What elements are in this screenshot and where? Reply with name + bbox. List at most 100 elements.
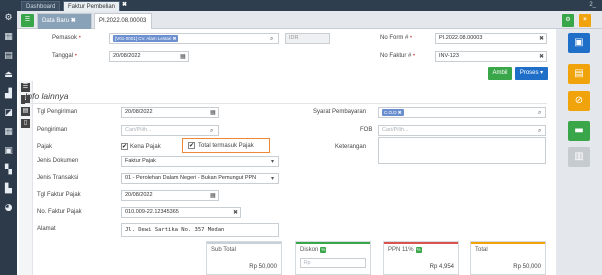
top-bar: Dashboard Faktur Pembelian ✖ 2_ <box>0 0 602 11</box>
currency-field: IDR <box>285 33 330 44</box>
pemasok-field[interactable]: [V01-0001] CV. Alam Lestari ✖ <box>109 33 279 44</box>
fob-label: FOB <box>360 127 373 133</box>
chevron-down-icon[interactable]: ▾ <box>271 157 274 166</box>
syarat-tag: C.O.D ✖ <box>382 109 404 116</box>
syarat-field[interactable]: C.O.D ✖ <box>378 107 546 118</box>
search-icon[interactable]: ⌕ <box>270 34 273 43</box>
tag-icon[interactable]: ◪ <box>3 108 14 119</box>
jenis-dokumen-select[interactable]: Faktur Pajak <box>121 156 279 167</box>
pemasok-label: Pemasok • <box>52 35 81 41</box>
tab-data-baru[interactable]: Data Baru ✖ <box>37 13 92 29</box>
list-icon[interactable]: ☰ <box>21 14 34 27</box>
tgl-faktur-pajak-label: Tgl Faktur Pajak <box>37 192 81 198</box>
diskon-percent-toggle[interactable]: % <box>320 247 327 253</box>
tgl-pengiriman-field[interactable]: 20/08/2022 <box>121 107 219 118</box>
ppn-percent-toggle[interactable]: % <box>415 247 422 253</box>
tab-faktur-pembelian[interactable]: Faktur Pembelian <box>63 1 121 11</box>
total-label: Total <box>475 247 488 253</box>
print-icon: ▤ <box>574 68 584 79</box>
kena-pajak-label: Kena Pajak <box>130 144 161 150</box>
sidebar: ⚙ ▦ ▤ ⏏ ▟ ◪ ▦ ▣ ▚ ▙ ◕ <box>0 11 17 275</box>
tanggal-field[interactable]: 20/08/2022 <box>109 51 189 62</box>
save-icon: ▣ <box>574 37 584 48</box>
no-faktur-pajak-field[interactable]: 010.009-22.12345365 <box>121 207 241 218</box>
pengiriman-field[interactable]: Cari/Pilih... <box>121 125 219 136</box>
ppn-box: PPN 11%% Rp 4,954 <box>383 241 459 275</box>
briefcase-button[interactable]: ▬ <box>568 121 590 141</box>
no-faktur-pajak-label: No. Faktur Pajak <box>37 209 82 215</box>
total-termasuk-pajak-checkbox[interactable]: ✔ <box>188 142 195 149</box>
ppn-value: Rp 4,954 <box>429 264 454 270</box>
diskon-field[interactable]: Rp <box>300 258 366 268</box>
tgl-pengiriman-label: Tgl Pengiriman <box>37 109 78 115</box>
tgl-faktur-pajak-field[interactable]: 20/08/2022 <box>121 190 219 201</box>
pemasok-tag: [V01-0001] CV. Alam Lestari ✖ <box>113 35 179 42</box>
subtotal-label: Sub Total <box>211 247 236 253</box>
factory-icon[interactable]: ▙ <box>3 184 14 195</box>
search-icon[interactable]: ⌕ <box>538 126 541 135</box>
search-icon[interactable]: ⌕ <box>210 126 213 135</box>
search-icon[interactable]: ⌕ <box>538 108 541 117</box>
print-button[interactable]: ▤ <box>568 64 590 84</box>
calendar-icon[interactable]: ▦ <box>180 52 186 61</box>
jenis-transaksi-label: Jenis Transaksi <box>37 175 79 181</box>
total-termasuk-pajak-label: Total termasuk Pajak <box>198 143 254 149</box>
total-box: Total Rp 50,000 <box>470 241 546 275</box>
paperclip-icon: ⊘ <box>574 95 584 106</box>
divider <box>25 103 547 104</box>
document-icon[interactable]: ▯ <box>21 119 30 128</box>
stack-icon[interactable]: ▤ <box>21 107 30 116</box>
no-form-label: No Form # • <box>380 35 413 41</box>
form-area: Pemasok • [V01-0001] CV. Alam Lestari ✖ … <box>17 29 556 275</box>
alamat-textarea[interactable]: Jl. Dewi Sartika No. 357 Medan <box>121 223 279 237</box>
section-icon-strip: ☰ i ▤ ▯ <box>19 81 33 275</box>
subtotal-box: Sub Total Rp 50,000 <box>206 241 282 275</box>
ambil-button[interactable]: Ambil <box>488 67 512 80</box>
keterangan-textarea[interactable] <box>378 137 546 164</box>
section-title: Info lainnya <box>25 91 69 101</box>
grid-icon[interactable]: ▤ <box>3 51 14 62</box>
calendar-icon[interactable]: ▦ <box>210 108 216 117</box>
delete-button[interactable]: ▥ <box>568 147 590 167</box>
clear-icon[interactable]: ✖ <box>233 208 238 217</box>
tanggal-label: Tanggal • <box>52 53 77 59</box>
jenis-transaksi-select[interactable]: 01 - Perolehan Dalam Negeri - Bukan Pemu… <box>121 173 279 184</box>
diskon-box: Diskon% Rp <box>295 241 371 275</box>
tab-dashboard[interactable]: Dashboard <box>21 1 61 11</box>
building-icon[interactable]: ▦ <box>3 32 14 43</box>
kena-pajak-checkbox[interactable]: ✔ <box>121 143 128 150</box>
tab-document[interactable]: PI.2022.08.00003 ✖ <box>94 13 152 39</box>
warning-button[interactable]: ☀ <box>579 14 591 27</box>
no-form-field[interactable]: PI.2022.08.00003 <box>435 33 547 44</box>
tab-bar: ☰ Data Baru ✖ PI.2022.08.00003 ✖ ⚙ ☀ <box>17 11 602 39</box>
clear-icon[interactable]: ✖ <box>539 52 544 61</box>
cart-icon[interactable]: ▟ <box>3 89 14 100</box>
window-controls[interactable]: 2_ <box>589 2 596 8</box>
trash-icon: ▥ <box>574 151 584 162</box>
jenis-dokumen-label: Jenis Dokumen <box>37 158 79 164</box>
gear-icon[interactable]: ⚙ <box>3 13 14 24</box>
subtotal-value: Rp 50,000 <box>249 264 277 270</box>
close-icon[interactable]: ✖ <box>71 18 76 24</box>
no-faktur-field[interactable]: INV-123 <box>435 51 547 62</box>
syarat-label: Syarat Pembayaran <box>313 109 367 115</box>
table-icon[interactable]: ▦ <box>3 127 14 138</box>
settings-button[interactable]: ⚙ <box>562 14 574 27</box>
alamat-label: Alamat <box>37 226 56 232</box>
attach-button[interactable]: ⊘ <box>568 91 590 111</box>
proses-button[interactable]: Proses ▾ <box>515 67 548 80</box>
people-icon[interactable]: ▚ <box>3 165 14 176</box>
ppn-label: PPN 11%% <box>388 247 422 253</box>
clear-icon[interactable]: ✖ <box>539 34 544 43</box>
briefcase-icon: ▬ <box>574 125 584 136</box>
fob-field[interactable]: Cari/Pilih... <box>378 125 546 136</box>
close-tab-icon[interactable]: ✖ <box>122 1 127 8</box>
calendar-icon[interactable]: ▦ <box>210 191 216 200</box>
save-button[interactable]: ▣ <box>568 33 590 53</box>
chart-pie-icon[interactable]: ◕ <box>3 203 14 214</box>
chevron-down-icon[interactable]: ▾ <box>271 174 274 183</box>
inbox-icon[interactable]: ⏏ <box>3 70 14 81</box>
box-icon[interactable]: ▣ <box>3 146 14 157</box>
no-faktur-label: No Faktur # • <box>380 53 416 59</box>
keterangan-label: Keterangan <box>335 144 367 150</box>
